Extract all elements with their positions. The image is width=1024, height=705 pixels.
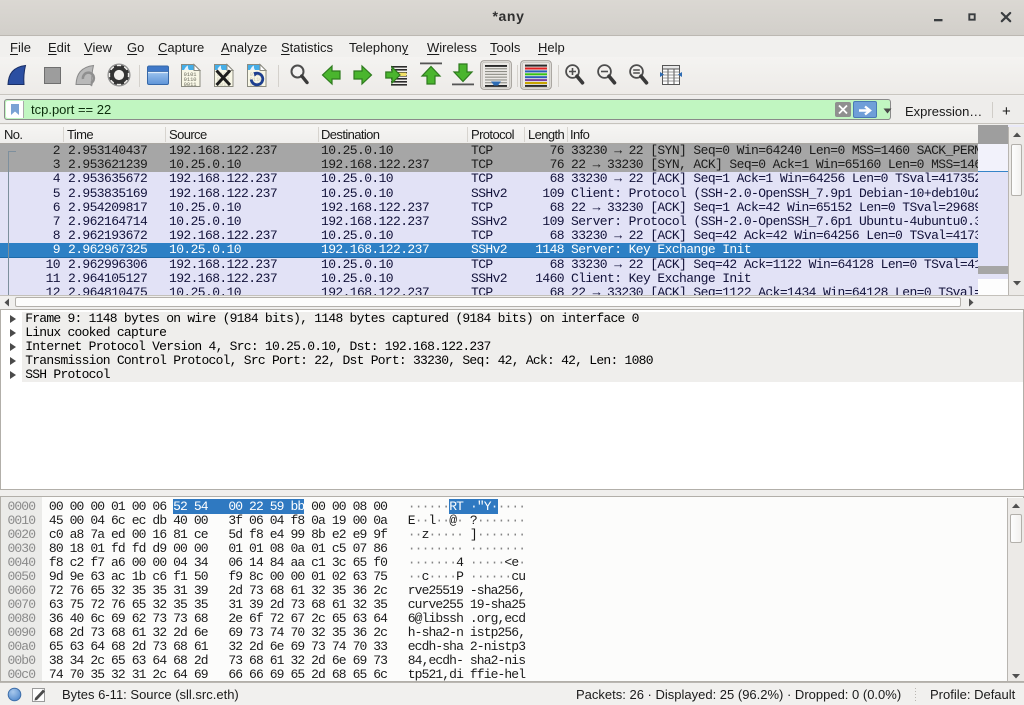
svg-text:0011: 0011 (184, 82, 197, 88)
